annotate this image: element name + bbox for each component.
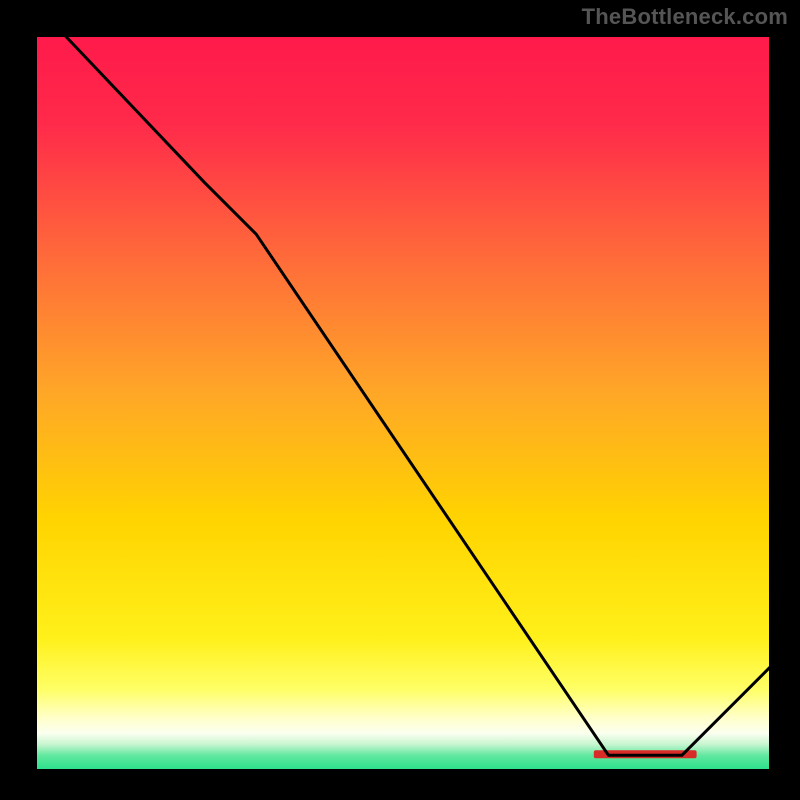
plot-area <box>36 36 770 770</box>
chart-container: TheBottleneck.com <box>0 0 800 800</box>
watermark-text: TheBottleneck.com <box>582 4 788 30</box>
chart-svg <box>0 0 800 800</box>
plot-background <box>36 36 770 770</box>
